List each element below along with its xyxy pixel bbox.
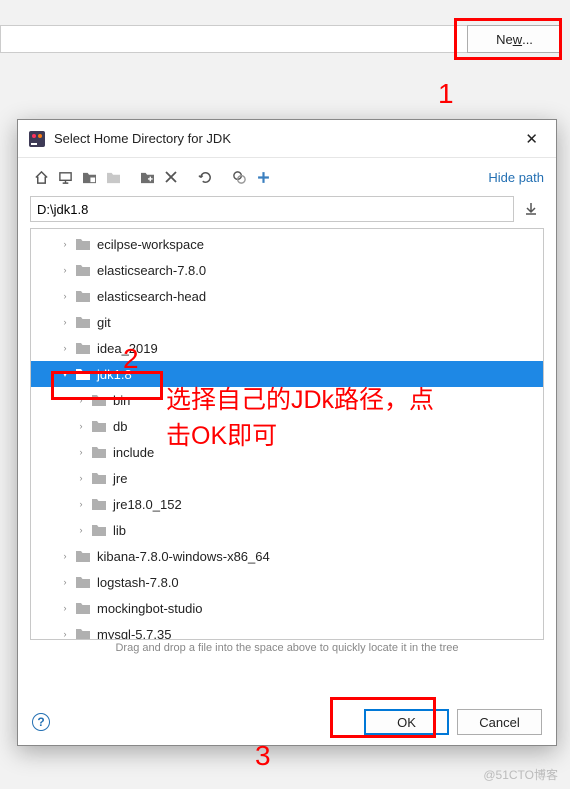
tree-row[interactable]: › bin <box>31 387 543 413</box>
chevron-right-icon[interactable]: › <box>57 574 73 590</box>
history-icon[interactable] <box>518 196 544 222</box>
folder-tree[interactable]: › ecilpse-workspace › elasticsearch-7.8.0 › e… <box>30 228 544 640</box>
chevron-down-icon[interactable]: ▾ <box>57 366 73 382</box>
chevron-right-icon[interactable]: › <box>57 340 73 356</box>
tree-row[interactable]: › ecilpse-workspace <box>31 231 543 257</box>
tree-item-label: idea_2019 <box>97 341 158 356</box>
chevron-right-icon[interactable]: › <box>57 314 73 330</box>
help-icon[interactable]: ? <box>32 713 50 731</box>
chevron-right-icon[interactable]: › <box>73 470 89 486</box>
tree-item-label: git <box>97 315 111 330</box>
desktop-icon[interactable] <box>54 166 76 188</box>
tree-row[interactable]: › db <box>31 413 543 439</box>
hide-path-link[interactable]: Hide path <box>488 170 544 185</box>
tree-item-label: mysql-5.7.35 <box>97 627 171 641</box>
intellij-icon <box>28 130 46 148</box>
tree-item-label: jre <box>113 471 127 486</box>
path-row <box>18 196 556 222</box>
show-hidden-icon[interactable] <box>228 166 250 188</box>
tree-item-label: elasticsearch-head <box>97 289 206 304</box>
chevron-right-icon[interactable]: › <box>73 392 89 408</box>
tree-item-label: jre18.0_152 <box>113 497 182 512</box>
project-icon[interactable] <box>78 166 100 188</box>
tree-row[interactable]: › git <box>31 309 543 335</box>
chevron-right-icon[interactable]: › <box>57 548 73 564</box>
refresh-icon[interactable] <box>194 166 216 188</box>
ok-label: OK <box>397 715 416 730</box>
new-label-mnemonic: w <box>513 32 522 47</box>
tree-row[interactable]: › mockingbot-studio <box>31 595 543 621</box>
tree-item-label: jdk1.8 <box>97 367 132 382</box>
tree-item-label: kibana-7.8.0-windows-x86_64 <box>97 549 270 564</box>
tree-item-label: logstash-7.8.0 <box>97 575 179 590</box>
chevron-right-icon[interactable]: › <box>73 496 89 512</box>
tree-item-label: mockingbot-studio <box>97 601 203 616</box>
path-input[interactable] <box>30 196 514 222</box>
home-icon[interactable] <box>30 166 52 188</box>
tree-item-label: include <box>113 445 154 460</box>
annotation-number-1: 1 <box>438 78 454 110</box>
chevron-right-icon[interactable]: › <box>73 444 89 460</box>
tree-item-label: db <box>113 419 127 434</box>
tree-item-label: bin <box>113 393 130 408</box>
new-label-suffix: ... <box>522 32 533 47</box>
close-icon[interactable]: ✕ <box>517 126 546 152</box>
chevron-right-icon[interactable]: › <box>73 522 89 538</box>
drag-hint: Drag and drop a file into the space abov… <box>18 642 556 654</box>
delete-icon[interactable] <box>160 166 182 188</box>
new-label-pre: Ne <box>496 32 513 47</box>
tree-row[interactable]: › jre18.0_152 <box>31 491 543 517</box>
chevron-right-icon[interactable]: › <box>73 418 89 434</box>
chevron-right-icon[interactable]: › <box>57 626 73 640</box>
chevron-right-icon[interactable]: › <box>57 288 73 304</box>
tree-row[interactable]: › elasticsearch-7.8.0 <box>31 257 543 283</box>
ok-button[interactable]: OK <box>364 709 449 735</box>
module-icon <box>102 166 124 188</box>
dialog-title: Select Home Directory for JDK <box>54 131 517 146</box>
chevron-right-icon[interactable]: › <box>57 236 73 252</box>
tree-row[interactable]: ▾ jdk1.8 <box>31 361 543 387</box>
chevron-right-icon[interactable]: › <box>57 262 73 278</box>
watermark: @51CTO博客 <box>483 766 558 783</box>
tree-row[interactable]: › jre <box>31 465 543 491</box>
cancel-label: Cancel <box>479 715 519 730</box>
new-folder-icon[interactable] <box>136 166 158 188</box>
tree-row[interactable]: › idea_2019 <box>31 335 543 361</box>
tree-row[interactable]: › kibana-7.8.0-windows-x86_64 <box>31 543 543 569</box>
tree-row[interactable]: › mysql-5.7.35 <box>31 621 543 640</box>
tree-item-label: elasticsearch-7.8.0 <box>97 263 206 278</box>
jdk-home-dialog: Select Home Directory for JDK ✕ Hide pat… <box>17 119 557 746</box>
add-icon[interactable] <box>252 166 274 188</box>
tree-row[interactable]: › logstash-7.8.0 <box>31 569 543 595</box>
tree-row[interactable]: › elasticsearch-head <box>31 283 543 309</box>
tree-row[interactable]: › lib <box>31 517 543 543</box>
chevron-right-icon[interactable]: › <box>57 600 73 616</box>
cancel-button[interactable]: Cancel <box>457 709 542 735</box>
tree-item-label: ecilpse-workspace <box>97 237 204 252</box>
tree-item-label: lib <box>113 523 126 538</box>
dialog-toolbar: Hide path <box>18 158 556 196</box>
tree-row[interactable]: › include <box>31 439 543 465</box>
new-button[interactable]: New... <box>467 25 562 53</box>
dialog-button-row: ? OK Cancel <box>32 709 542 735</box>
dialog-titlebar: Select Home Directory for JDK ✕ <box>18 120 556 158</box>
